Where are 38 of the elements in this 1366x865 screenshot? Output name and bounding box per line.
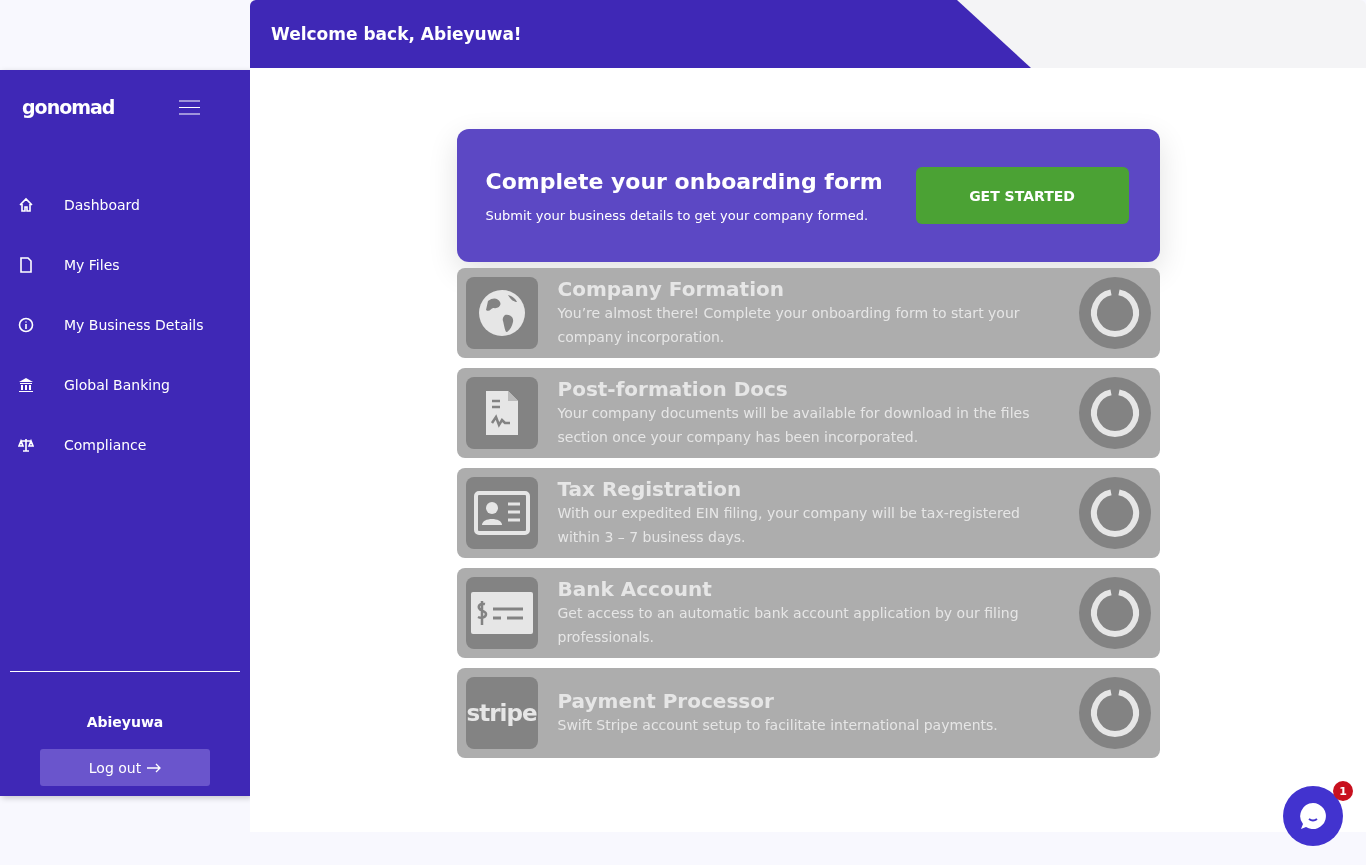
logout-button[interactable]: Log out [40,749,210,786]
welcome-text: Welcome back, Abieyuwa! [271,24,522,44]
home-icon [18,197,34,213]
notification-badge: 1 [1333,781,1353,801]
nav-item[interactable]: My Business Details [0,295,250,355]
scale-icon [18,437,34,453]
arrow-right-icon [147,762,162,773]
step-title: Tax Registration [557,477,743,501]
progress-ring-icon [1078,477,1151,549]
user-name: Abieyuwa [85,714,165,730]
info-icon [18,317,34,333]
progress-ring-icon [1078,677,1151,749]
stripe-logo: stripe [466,700,537,726]
onboarding-subtitle: Submit your business details to get your company formed. [485,207,870,223]
progress-ring-icon [1078,277,1151,349]
id-card-icon [473,491,530,535]
step-title: Post-formation Docs [557,377,789,401]
nav-item[interactable]: Global Banking [0,355,250,415]
globe-icon [477,289,526,337]
menu-icon[interactable] [179,99,200,115]
file-icon [18,257,34,273]
step-title: Bank Account [557,577,713,601]
logo: gonomad [22,96,115,118]
nav-item[interactable]: Compliance [0,415,250,475]
nav-item[interactable]: My Files [0,235,250,295]
step-description: With our expedited EIN filing, your company will be tax-registered within 3 – 7 business days. [557,504,1021,547]
onboarding-title: Complete your onboarding form [485,168,883,194]
cheque-icon [470,592,533,634]
step-description: Swift Stripe account setup to facilitate international payments. [557,716,999,735]
step-title: Company Formation [557,277,785,301]
step-title: Payment Processor [557,689,775,713]
progress-ring-icon [1078,577,1151,649]
chat-bubble-icon [1298,801,1328,831]
bank-icon [18,377,34,393]
progress-ring-icon [1078,377,1151,449]
nav-item[interactable]: Dashboard [0,175,250,235]
step-description: You’re almost there! Complete your onboarding form to start your company incorporation. [557,304,1021,347]
step-description: Get access to an automatic bank account application by our filing professionals. [557,604,1020,647]
